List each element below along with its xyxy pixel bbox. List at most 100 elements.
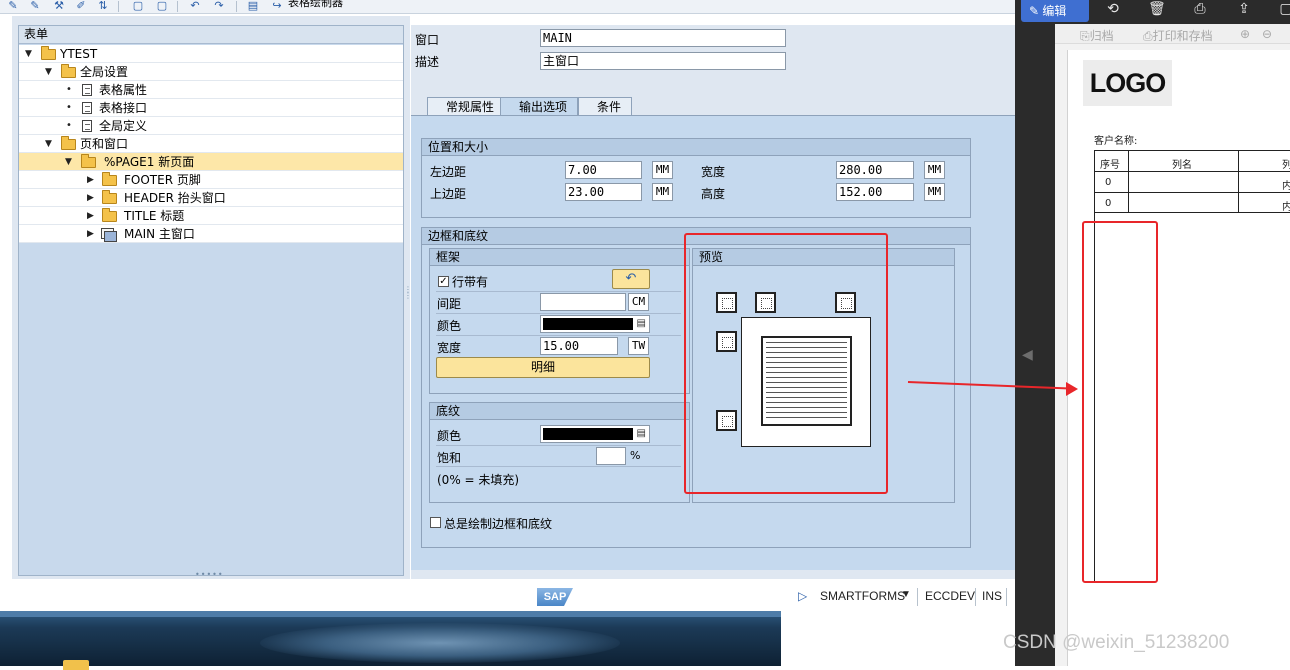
folder-open-icon bbox=[61, 64, 76, 78]
left-margin-unit[interactable]: MM bbox=[652, 161, 673, 179]
zoom-out-icon[interactable]: ⊖ bbox=[1262, 27, 1272, 41]
collapse-sidebar-icon[interactable]: ◀ bbox=[1022, 340, 1038, 370]
tree-node-main[interactable]: ▶ MAIN 主窗口 bbox=[19, 225, 403, 243]
tree-node-label: 全局定义 bbox=[99, 119, 148, 133]
with-line-checkbox[interactable]: ✓ bbox=[438, 276, 449, 287]
watermark: CSDN @weixin_51238200 bbox=[1003, 632, 1230, 653]
tree-node-label: TITLE 标题 bbox=[124, 209, 185, 223]
export-icon[interactable]: ▢ bbox=[1278, 0, 1290, 20]
expand-icon[interactable]: ▼ bbox=[45, 135, 52, 153]
tree-node-footer[interactable]: ▶ FOOTER 页脚 bbox=[19, 171, 403, 189]
height-unit[interactable]: MM bbox=[924, 183, 945, 201]
edit-button[interactable]: ✎ 编辑 bbox=[1021, 0, 1089, 22]
frame-width-label: 宽度 bbox=[437, 341, 462, 355]
tree-node-label: HEADER 抬头窗口 bbox=[124, 191, 226, 205]
tab-label: 常规属性 bbox=[446, 100, 495, 114]
frame-width-unit[interactable]: TW bbox=[628, 337, 649, 355]
form-painter-button[interactable]: 表格绘制器 bbox=[288, 0, 343, 9]
tree-node-label: YTEST bbox=[60, 47, 98, 61]
settings-icon[interactable]: ▤ bbox=[246, 0, 260, 12]
tree-node-pages-windows[interactable]: ▼ 页和窗口 bbox=[19, 135, 403, 153]
frame-width-field[interactable]: 15.00 bbox=[540, 337, 618, 355]
share-icon[interactable]: ⇪ bbox=[1236, 0, 1252, 20]
customer-name-label: 客户名称: bbox=[1094, 136, 1138, 147]
annotation-highlight-main-window bbox=[1082, 221, 1158, 583]
saturation-note: (0% = 未填充) bbox=[437, 473, 520, 487]
print-icon[interactable]: ⎙ bbox=[1192, 0, 1208, 20]
annotation-highlight-preview bbox=[684, 233, 888, 494]
tree-node-form-attributes[interactable]: • 表格属性 bbox=[19, 81, 403, 99]
description-field[interactable]: 主窗口 bbox=[540, 52, 786, 70]
width-unit[interactable]: MM bbox=[924, 161, 945, 179]
width-field[interactable]: 280.00 bbox=[836, 161, 914, 179]
color-picker-icon[interactable]: ▤ bbox=[637, 318, 646, 330]
tree-header: 表单 bbox=[19, 26, 403, 44]
always-draw-checkbox[interactable] bbox=[430, 517, 441, 528]
tree-node-global-definitions[interactable]: • 全局定义 bbox=[19, 117, 403, 135]
tree-node-form-interface[interactable]: • 表格接口 bbox=[19, 99, 403, 117]
status-expand-icon[interactable]: ▷ bbox=[798, 589, 807, 603]
tree-node-global-settings[interactable]: ▼ 全局设置 bbox=[19, 63, 403, 81]
top-margin-label: 上边距 bbox=[430, 187, 467, 201]
tree-node-label: %PAGE1 新页面 bbox=[104, 155, 195, 169]
resize-grip-icon[interactable]: ••••• bbox=[195, 571, 223, 579]
collapse-icon[interactable]: ▶ bbox=[87, 225, 94, 243]
tab-output-options[interactable]: 输出选项 bbox=[500, 97, 579, 116]
shading-color-picker[interactable]: ▤ bbox=[540, 425, 650, 443]
test-icon[interactable]: ⚒ bbox=[52, 0, 66, 12]
paste-icon[interactable]: ▢ bbox=[155, 0, 169, 12]
frame-color-picker[interactable]: ▤ bbox=[540, 315, 650, 333]
spacing-field[interactable] bbox=[540, 293, 626, 311]
description-label: 描述 bbox=[415, 55, 440, 69]
top-margin-field[interactable]: 23.00 bbox=[565, 183, 642, 201]
transaction-dropdown-icon[interactable]: ▼ bbox=[901, 589, 911, 600]
check-icon[interactable]: ✎ bbox=[28, 0, 42, 12]
window-name-field[interactable]: MAIN bbox=[540, 29, 786, 47]
transaction-code: SMARTFORMS bbox=[820, 589, 906, 603]
sign-icon[interactable]: ⟲ bbox=[1105, 0, 1121, 20]
collapse-icon[interactable]: ▶ bbox=[87, 189, 94, 207]
spacing-label: 间距 bbox=[437, 297, 462, 311]
tree-node-header[interactable]: ▶ HEADER 抬头窗口 bbox=[19, 189, 403, 207]
detail-button[interactable]: 明细 bbox=[436, 357, 650, 378]
splitter-grip-icon[interactable]: ⋮ ⋮ bbox=[404, 286, 412, 311]
tree-node-page1[interactable]: ▼ %PAGE1 新页面 bbox=[19, 153, 403, 171]
collapse-icon[interactable]: ▶ bbox=[87, 171, 94, 189]
copy-icon[interactable]: ▢ bbox=[131, 0, 145, 12]
tab-conditions[interactable]: 条件 bbox=[578, 97, 633, 116]
left-margin-field[interactable]: 7.00 bbox=[565, 161, 642, 179]
logo-placeholder: LOGO bbox=[1083, 60, 1172, 106]
folder-open-icon bbox=[41, 46, 56, 60]
tree-node-title[interactable]: ▶ TITLE 标题 bbox=[19, 207, 403, 225]
tree-node-ytest[interactable]: ▼ YTEST bbox=[19, 45, 403, 63]
column-name-header: 列名 bbox=[1172, 160, 1192, 171]
reset-button[interactable]: ↶ bbox=[612, 269, 650, 289]
tree-node-label: 表格属性 bbox=[99, 83, 148, 97]
system-id: ECCDEV bbox=[925, 589, 976, 603]
redo-icon[interactable]: ↷ bbox=[212, 0, 226, 12]
wand-icon[interactable]: ✐ bbox=[74, 0, 88, 12]
expand-icon[interactable]: ▼ bbox=[65, 153, 72, 171]
print-archive-button[interactable]: ⎙打印和存档 bbox=[1143, 27, 1213, 44]
group-title: 位置和大小 bbox=[422, 139, 970, 156]
zoom-in-icon[interactable]: ⊕ bbox=[1240, 27, 1250, 41]
color-swatch bbox=[543, 318, 633, 330]
saturation-field[interactable] bbox=[596, 447, 626, 465]
form-painter-icon[interactable]: ↪ bbox=[270, 0, 284, 12]
activate-icon[interactable]: ✎ bbox=[6, 0, 20, 12]
top-margin-unit[interactable]: MM bbox=[652, 183, 673, 201]
spacing-unit[interactable]: CM bbox=[628, 293, 649, 311]
hierarchy-icon[interactable]: ⇅ bbox=[96, 0, 110, 12]
height-field[interactable]: 152.00 bbox=[836, 183, 914, 201]
document-icon bbox=[82, 84, 92, 96]
delete-icon[interactable]: 🗑 bbox=[1148, 0, 1166, 20]
with-line-label: 行带有 bbox=[452, 275, 489, 289]
expand-icon[interactable]: ▼ bbox=[45, 63, 52, 81]
taskbar-folder-icon[interactable] bbox=[63, 660, 89, 670]
expand-icon[interactable]: ▼ bbox=[25, 45, 32, 63]
undo-icon[interactable]: ↶ bbox=[188, 0, 202, 12]
color-picker-icon[interactable]: ▤ bbox=[637, 428, 646, 440]
collapse-icon[interactable]: ▶ bbox=[87, 207, 94, 225]
tab-general-attributes[interactable]: 常规属性 bbox=[427, 97, 506, 116]
archive-button[interactable]: ⎘归档 bbox=[1080, 27, 1114, 44]
